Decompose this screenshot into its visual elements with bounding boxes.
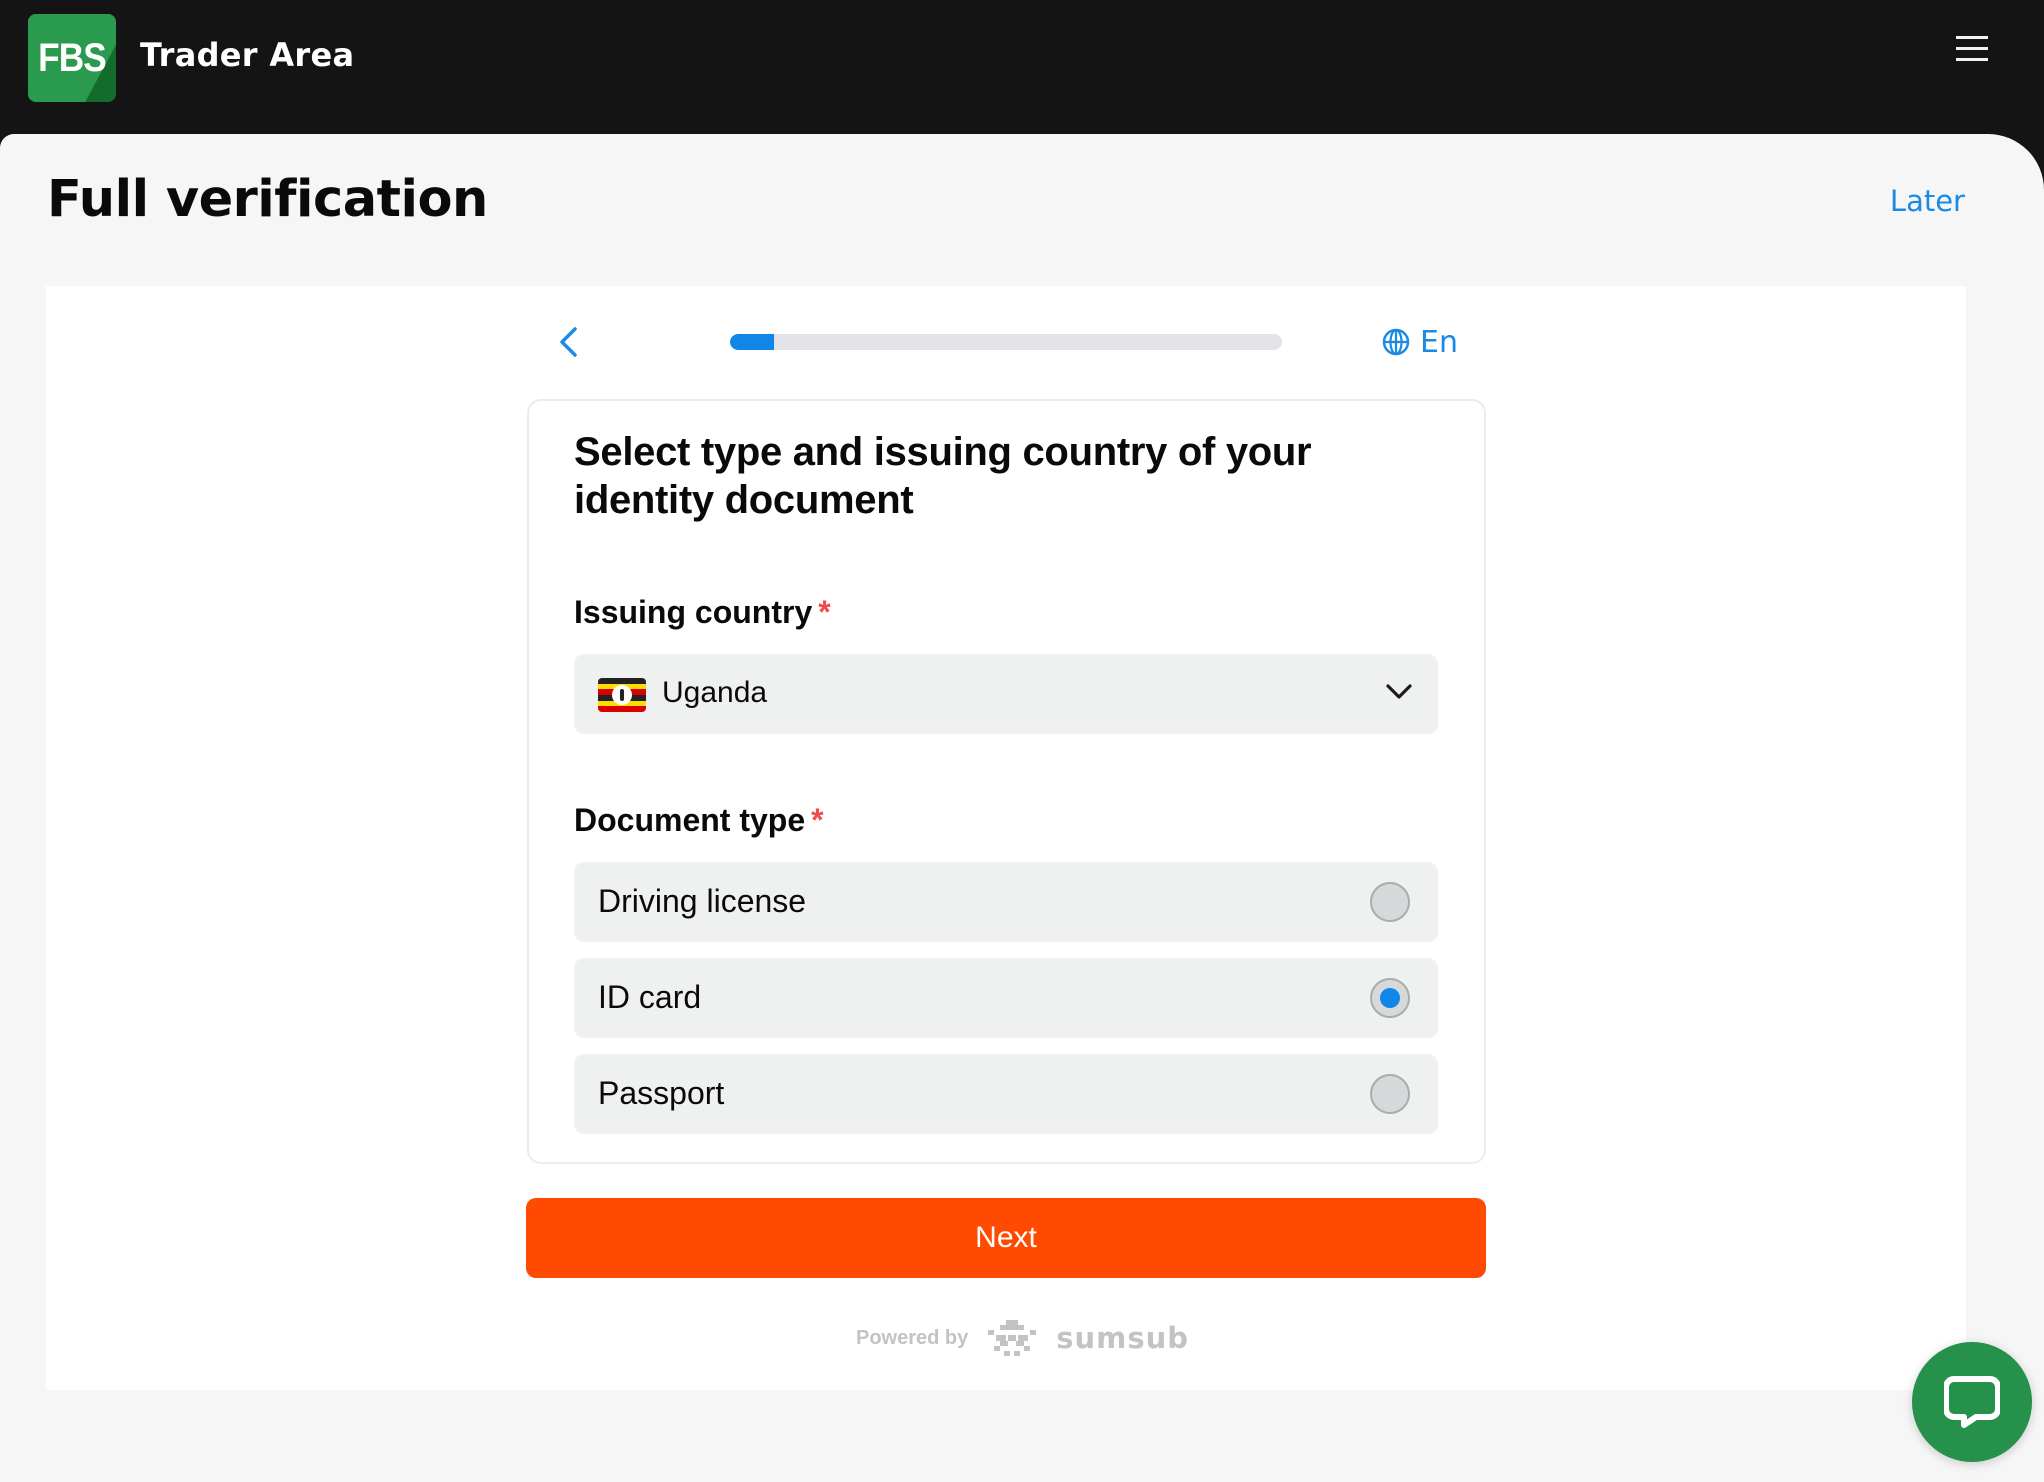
back-button[interactable] [556, 324, 580, 360]
option-label: Passport [598, 1075, 725, 1111]
powered-by-text: Powered by [856, 1326, 969, 1349]
chevron-left-icon [560, 327, 577, 357]
chevron-down-icon [1386, 684, 1412, 699]
language-label: En [1420, 324, 1458, 360]
powered-by-sumsub: Powered by sumsub [856, 1308, 1189, 1368]
document-option-driving-license[interactable]: Driving license [574, 862, 1438, 942]
option-label: ID card [598, 979, 702, 1015]
globe-icon [1382, 328, 1410, 356]
later-link[interactable]: Later [1890, 184, 1965, 218]
radio-button[interactable] [1370, 978, 1410, 1018]
sumsub-logo-icon [988, 1320, 1037, 1356]
language-selector[interactable]: En [1382, 324, 1458, 360]
radio-button[interactable] [1370, 882, 1410, 922]
page-title: Full verification [47, 170, 488, 229]
hamburger-menu-icon[interactable] [1956, 34, 1990, 62]
required-mark: * [811, 802, 824, 838]
issuing-country-select[interactable]: Uganda [574, 654, 1438, 734]
document-option-passport[interactable]: Passport [574, 1054, 1438, 1134]
document-option-id-card[interactable]: ID card [574, 958, 1438, 1038]
top-bar: FBS Trader Area [0, 0, 2044, 134]
uganda-flag-icon [598, 678, 646, 712]
chat-bubble-icon [1944, 1376, 2000, 1428]
progress-bar [730, 334, 1282, 350]
sumsub-brand-text: sumsub [1056, 1321, 1190, 1355]
next-button[interactable]: Next [526, 1198, 1486, 1278]
app-title: Trader Area [140, 36, 355, 74]
radio-button[interactable] [1370, 1074, 1410, 1114]
progress-fill [730, 334, 775, 350]
issuing-country-label: Issuing country * [574, 594, 831, 631]
selected-country: Uganda [662, 676, 768, 709]
chat-button[interactable] [1912, 1342, 2032, 1462]
required-mark: * [818, 594, 831, 630]
logo-text: FBS [38, 36, 107, 80]
issuing-country-label-text: Issuing country [574, 594, 813, 630]
form-heading: Select type and issuing country of your … [574, 430, 1312, 522]
option-label: Driving license [598, 883, 807, 919]
document-type-label: Document type * [574, 802, 824, 839]
fbs-logo[interactable]: FBS [28, 14, 116, 102]
document-type-label-text: Document type [574, 802, 806, 838]
